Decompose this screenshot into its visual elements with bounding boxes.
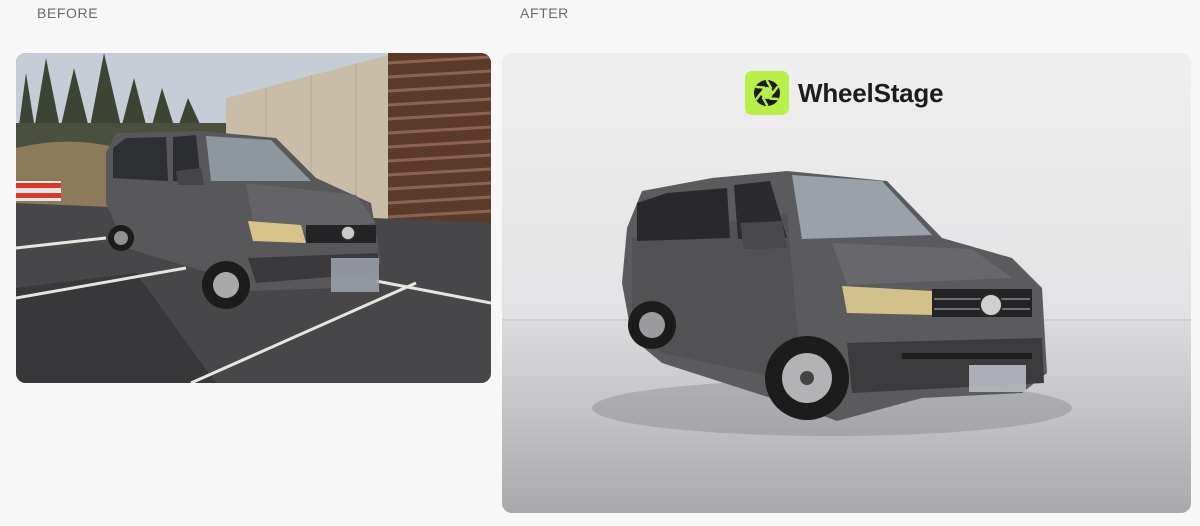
after-van-scene [502,53,1191,513]
wheelstage-brand: WheelStage [745,71,944,115]
before-photo [16,53,491,383]
before-van-scene [16,53,491,383]
before-after-comparison: BEFORE AFTER WheelStage [0,0,1200,526]
after-photo: WheelStage [502,53,1191,513]
after-label: AFTER [520,5,569,21]
brand-name: WheelStage [798,77,944,108]
camera-aperture-icon [745,71,789,115]
before-label: BEFORE [37,5,99,21]
